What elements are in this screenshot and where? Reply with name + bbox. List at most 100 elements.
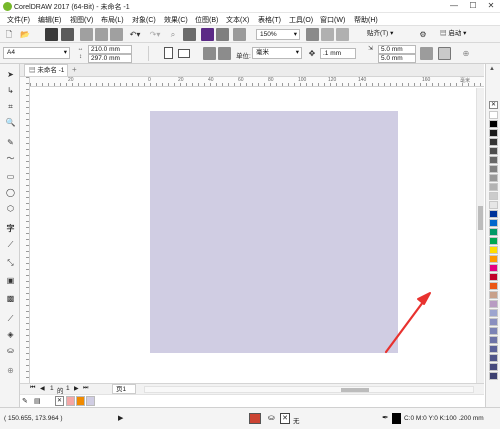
shape-tool-icon[interactable]: ↳ — [4, 84, 17, 97]
palette-swatch[interactable] — [489, 174, 498, 182]
page-tab[interactable]: 页1 — [112, 384, 136, 394]
duplicate-x-field[interactable]: 5.0 mm — [378, 45, 416, 54]
app-launcher-icon[interactable] — [233, 28, 246, 41]
palette-options-icon[interactable]: ▤ — [34, 397, 41, 405]
vertical-ruler[interactable] — [20, 77, 30, 383]
palette-swatch[interactable] — [489, 192, 498, 200]
palette-swatch[interactable] — [489, 264, 498, 272]
menu-view[interactable]: 视图(V) — [70, 15, 93, 25]
palette-swatch[interactable] — [489, 246, 498, 254]
menu-layout[interactable]: 布局(L) — [101, 15, 124, 25]
print-icon[interactable] — [61, 28, 74, 41]
menu-object[interactable]: 对象(C) — [132, 15, 156, 25]
palette-swatch[interactable] — [489, 345, 498, 353]
eyedropper-icon[interactable]: ⟋ — [4, 312, 17, 325]
palette-swatch[interactable] — [489, 354, 498, 362]
paste-icon[interactable] — [110, 28, 123, 41]
document-color-swatch[interactable] — [66, 396, 75, 406]
landscape-icon[interactable] — [178, 49, 190, 58]
nudge-distance-field[interactable]: .1 mm — [320, 48, 356, 59]
add-preset-icon[interactable]: ⊕ — [460, 47, 472, 60]
current-page-icon[interactable] — [218, 47, 231, 60]
next-page-button[interactable]: ▶ — [74, 385, 79, 392]
palette-swatch[interactable] — [489, 183, 498, 191]
menu-tools[interactable]: 工具(O) — [289, 15, 313, 25]
new-document-icon[interactable]: 🗋 — [3, 28, 15, 41]
palette-swatch[interactable] — [489, 255, 498, 263]
palette-swatch[interactable] — [489, 363, 498, 371]
palette-swatch[interactable] — [489, 147, 498, 155]
menu-table[interactable]: 表格(T) — [258, 15, 281, 25]
color-proof-icon[interactable] — [249, 413, 261, 424]
page-height-field[interactable]: 297.0 mm — [88, 54, 132, 63]
cut-icon[interactable] — [80, 28, 93, 41]
crop-tool-icon[interactable]: ⌗ — [4, 100, 17, 113]
palette-swatch[interactable] — [489, 291, 498, 299]
no-color-swatch[interactable]: ✕ — [55, 396, 64, 406]
undo-icon[interactable]: ↶▾ — [128, 28, 142, 41]
palette-swatch[interactable] — [489, 228, 498, 236]
all-pages-icon[interactable] — [203, 47, 216, 60]
connector-tool-icon[interactable]: ⤡ — [4, 256, 17, 269]
palette-swatch[interactable] — [489, 129, 498, 137]
scroll-thumb[interactable] — [341, 388, 369, 392]
last-page-button[interactable]: ⏭ — [83, 385, 88, 392]
smart-fill-icon[interactable]: ⛀ — [4, 344, 17, 357]
portrait-icon[interactable] — [164, 47, 173, 59]
palette-eyedropper-icon[interactable]: ✎ — [22, 397, 28, 405]
palette-swatch[interactable] — [489, 372, 498, 380]
polygon-tool-icon[interactable]: ⬡ — [4, 202, 17, 215]
minimize-button[interactable]: — — [445, 0, 463, 12]
palette-swatch[interactable] — [489, 210, 498, 218]
import-icon[interactable] — [183, 28, 196, 41]
palette-swatch[interactable] — [489, 219, 498, 227]
palette-swatch[interactable] — [489, 237, 498, 245]
parallel-dimension-icon[interactable]: ⟋ — [4, 238, 17, 251]
export-icon[interactable] — [201, 28, 214, 41]
maximize-button[interactable]: ☐ — [464, 0, 482, 12]
snap-to-dropdown[interactable]: 贴齐(T) ▾ — [364, 29, 408, 40]
menu-bitmaps[interactable]: 位图(B) — [195, 15, 218, 25]
palette-swatch[interactable] — [489, 120, 498, 128]
vertical-scrollbar[interactable] — [476, 88, 484, 383]
redo-icon[interactable]: ↷▾ — [148, 28, 162, 41]
launch-dropdown[interactable]: ▤ 启动 ▾ — [437, 29, 475, 40]
menu-edit[interactable]: 编辑(E) — [38, 15, 61, 25]
palette-swatch[interactable] — [489, 336, 498, 344]
palette-swatch[interactable] — [489, 300, 498, 308]
fullscreen-preview-icon[interactable] — [306, 28, 319, 41]
palette-swatch[interactable] — [489, 327, 498, 335]
document-page[interactable] — [150, 111, 398, 353]
menu-help[interactable]: 帮助(H) — [354, 15, 378, 25]
palette-swatch[interactable] — [489, 138, 498, 146]
add-tool-icon[interactable]: ⊕ — [4, 364, 17, 377]
page-size-dropdown[interactable]: A4 ▾ — [3, 47, 70, 59]
publish-pdf-icon[interactable] — [216, 28, 229, 41]
document-color-swatch[interactable] — [86, 396, 95, 406]
show-rulers-icon[interactable] — [321, 28, 334, 41]
zoom-level-dropdown[interactable]: 150% ▾ — [256, 29, 300, 40]
duplicate-y-field[interactable]: 5.0 mm — [378, 54, 416, 63]
menu-text[interactable]: 文本(X) — [226, 15, 249, 25]
freehand-tool-icon[interactable]: ✎ — [4, 136, 17, 149]
palette-swatch[interactable] — [489, 318, 498, 326]
pick-tool-icon[interactable]: ➤ — [4, 68, 17, 81]
zoom-tool-icon[interactable]: 🔍 — [4, 116, 17, 129]
palette-swatch[interactable] — [489, 156, 498, 164]
prev-page-button[interactable]: ◀ — [40, 385, 45, 392]
ellipse-tool-icon[interactable]: ◯ — [4, 186, 17, 199]
transparency-tool-icon[interactable]: ▩ — [4, 292, 17, 305]
no-color-swatch[interactable]: ✕ — [489, 101, 498, 109]
palette-swatch[interactable] — [489, 309, 498, 317]
palette-scroll-up-icon[interactable]: ▲ — [489, 66, 495, 72]
palette-swatch[interactable] — [489, 165, 498, 173]
menu-effects[interactable]: 效果(C) — [164, 15, 188, 25]
copy-icon[interactable] — [95, 28, 108, 41]
artistic-media-icon[interactable]: 〜 — [4, 152, 17, 165]
document-tab[interactable]: ▤ 未命名 -1 — [24, 64, 68, 76]
open-folder-icon[interactable]: 📂 — [19, 28, 31, 41]
palette-swatch[interactable] — [489, 282, 498, 290]
menu-file[interactable]: 文件(F) — [7, 15, 30, 25]
document-color-swatch[interactable] — [76, 396, 85, 406]
units-dropdown[interactable]: 毫米 ▾ — [252, 47, 302, 59]
